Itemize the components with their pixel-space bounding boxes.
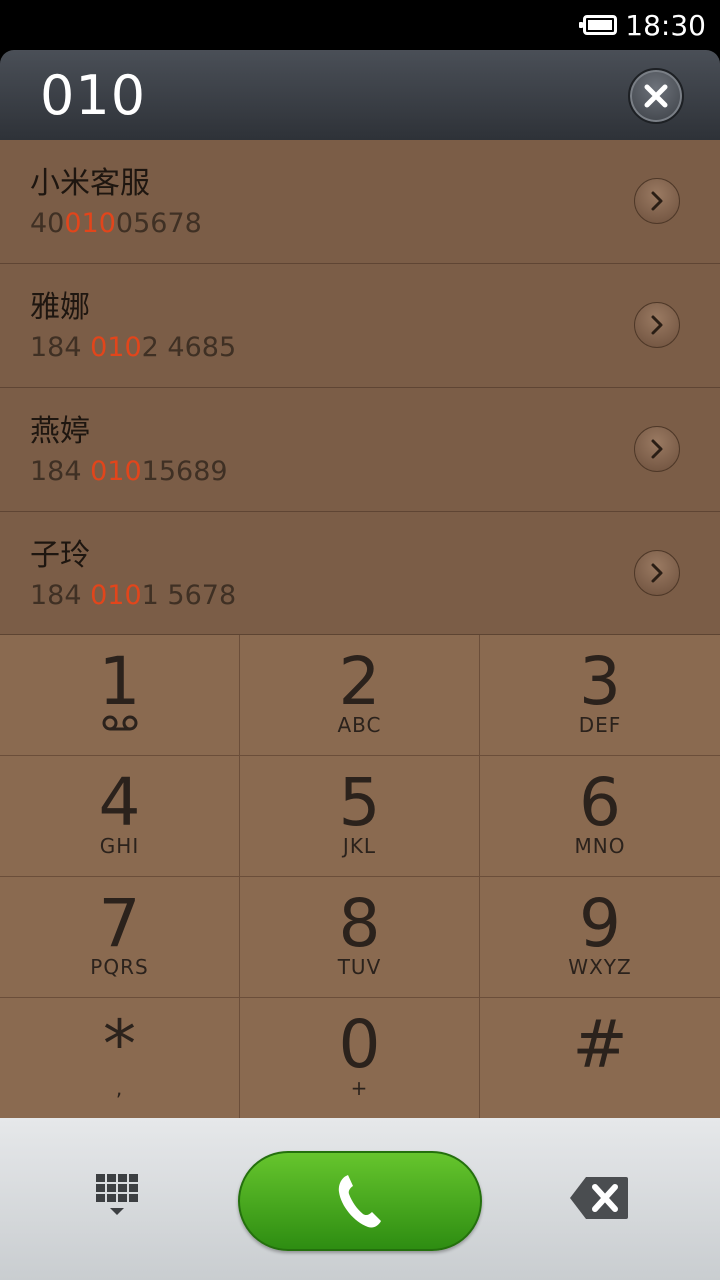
- key-digit: 1: [98, 643, 141, 720]
- key-2[interactable]: 2 ABC: [240, 635, 480, 756]
- key-hash[interactable]: #: [480, 998, 720, 1119]
- key-digit: 2: [338, 643, 381, 720]
- key-letters: WXYZ: [568, 955, 632, 979]
- contact-name: 子玲: [30, 538, 90, 573]
- key-digit: 7: [98, 885, 141, 962]
- key-digit: 3: [579, 643, 621, 720]
- call-button[interactable]: [238, 1151, 482, 1251]
- backspace-icon: [570, 1177, 628, 1219]
- dialpad-toggle-button[interactable]: [96, 1174, 140, 1228]
- contact-name: 小米客服: [30, 166, 150, 201]
- key-9[interactable]: 9 WXYZ: [480, 877, 720, 998]
- key-4[interactable]: 4 GHI: [0, 756, 240, 877]
- contact-detail-button[interactable]: [634, 178, 680, 224]
- contact-result[interactable]: 子玲 184 0101 5678: [0, 512, 720, 634]
- chevron-right-icon: [651, 191, 663, 211]
- backspace-button[interactable]: [568, 1175, 630, 1221]
- key-digit: 0: [338, 1006, 381, 1083]
- key-7[interactable]: 7 PQRS: [0, 877, 240, 998]
- key-letters: PQRS: [90, 955, 149, 979]
- key-3[interactable]: 3 DEF: [480, 635, 720, 756]
- key-6[interactable]: 6 MNO: [480, 756, 720, 877]
- key-letters: ABC: [337, 713, 382, 737]
- phone-icon: [338, 1175, 381, 1228]
- chevron-right-icon: [651, 439, 663, 459]
- key-letters: GHI: [99, 834, 140, 858]
- dialpad: 1 2 ABC 3 DEF 4 GHI 5 JKL 6 MNO 7 PQRS 8…: [0, 634, 720, 1119]
- key-1[interactable]: 1: [0, 635, 240, 756]
- action-bar: [0, 1118, 720, 1280]
- status-time: 18:30: [625, 8, 706, 42]
- dialed-number[interactable]: 010: [40, 64, 146, 127]
- contact-detail-button[interactable]: [634, 302, 680, 348]
- contact-detail-button[interactable]: [634, 426, 680, 472]
- contact-result[interactable]: 燕婷 184 01015689: [0, 388, 720, 512]
- key-8[interactable]: 8 TUV: [240, 877, 480, 998]
- key-digit: *: [103, 1006, 136, 1083]
- search-results-list: 小米客服 4001005678 雅娜 184 0102 4685 燕婷 184 …: [0, 140, 720, 634]
- voicemail-icon: [102, 715, 137, 731]
- contact-name: 燕婷: [30, 414, 90, 449]
- key-letters: +: [350, 1076, 369, 1100]
- key-digit: 4: [98, 764, 141, 841]
- status-bar: 18:30: [0, 0, 720, 50]
- key-letters: MNO: [574, 834, 626, 858]
- key-digit: 6: [579, 764, 621, 841]
- contact-number: 184 0101 5678: [30, 580, 237, 611]
- key-letters: DEF: [578, 713, 622, 737]
- battery-icon: [579, 15, 618, 35]
- clear-input-button[interactable]: [628, 68, 684, 124]
- contact-name: 雅娜: [30, 290, 90, 325]
- contact-number: 184 01015689: [30, 456, 228, 487]
- key-digit: 5: [338, 764, 381, 841]
- contact-detail-button[interactable]: [634, 550, 680, 596]
- dial-input-bar: 010: [0, 50, 720, 140]
- contact-number: 184 0102 4685: [30, 332, 237, 363]
- chevron-right-icon: [651, 563, 663, 583]
- key-letters: JKL: [342, 834, 377, 858]
- key-digit: #: [572, 1006, 628, 1083]
- key-0[interactable]: 0 +: [240, 998, 480, 1119]
- dialpad-icon: [96, 1174, 138, 1215]
- key-digit: 8: [338, 885, 381, 962]
- key-5[interactable]: 5 JKL: [240, 756, 480, 877]
- chevron-right-icon: [651, 315, 663, 335]
- contact-number: 4001005678: [30, 208, 202, 239]
- key-digit: 9: [579, 885, 621, 962]
- key-star[interactable]: * ,: [0, 998, 240, 1119]
- key-letters: ,: [115, 1076, 124, 1100]
- contact-result[interactable]: 小米客服 4001005678: [0, 140, 720, 264]
- key-letters: TUV: [337, 955, 382, 979]
- contact-result[interactable]: 雅娜 184 0102 4685: [0, 264, 720, 388]
- close-icon: [644, 84, 668, 108]
